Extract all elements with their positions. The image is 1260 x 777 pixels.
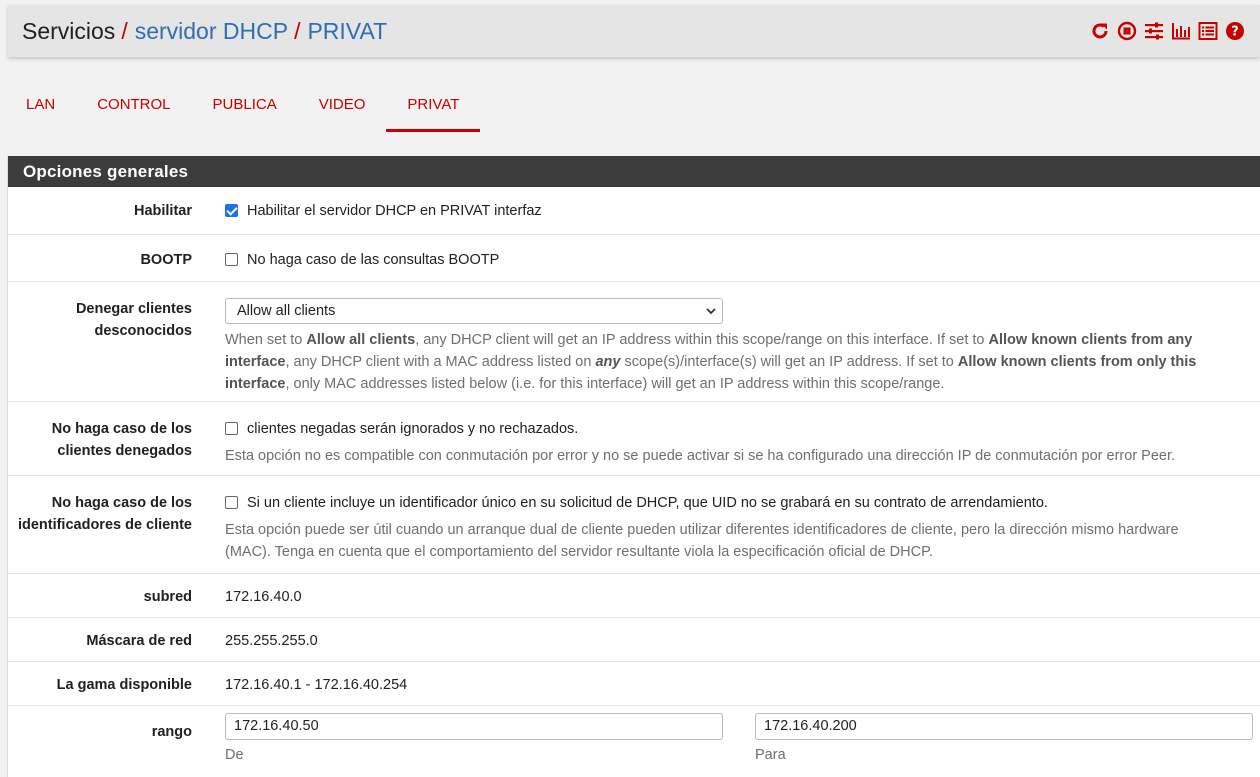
help-bold-text: Allow all clients [306,332,416,348]
deny-unknown-row: Denegar clientes desconocidos Allow all … [8,282,1260,402]
interface-tabs: LAN CONTROL PUBLICA VIDEO PRIVAT [5,80,481,132]
deny-unknown-control: Allow all clients When set to Allow all … [225,298,1250,395]
ignore-uid-label-line2: identificadores de cliente [17,517,192,533]
breadcrumb-services: Servicios [22,18,116,44]
available-range-value: 172.16.40.1 - 172.16.40.254 [225,677,408,693]
ignore-uid-help-line1: Esta opción puede ser útil cuando un arr… [225,522,1179,538]
deny-unknown-label-line2: desconocidos [94,323,193,339]
ignore-uid-text: Si un cliente incluye un identificador ú… [247,495,1048,511]
breadcrumb: Servicios / servidor DHCP / PRIVAT [22,17,387,45]
ignore-uid-row: No haga caso de los identificadores de c… [8,476,1260,574]
breadcrumb-separator: / [294,18,301,44]
deny-unknown-label: Denegar clientes desconocidos [8,298,192,342]
enable-control: Habilitar el servidor DHCP en PRIVAT int… [225,200,1250,222]
general-options-panel: Opciones generales Habilitar Habilitar e… [7,156,1260,777]
chevron-down-icon [706,299,716,331]
netmask-value: 255.255.255.0 [225,633,318,649]
ignore-uid-help: Esta opción puede ser útil cuando un arr… [225,519,1250,563]
help-text: scope(s)/interface(s) will get an IP add… [620,354,958,370]
settings-sliders-icon[interactable] [1143,20,1165,42]
bootp-label: BOOTP [140,252,192,268]
subnet-row: subred 172.16.40.0 [8,574,1260,618]
bootp-row: BOOTP No haga caso de las consultas BOOT… [8,235,1260,282]
tab-video[interactable]: VIDEO [298,80,387,132]
enable-label: Habilitar [133,203,192,219]
ignore-uid-label-line1: No haga caso de los [51,495,192,511]
restart-icon[interactable] [1089,20,1111,42]
range-row: rango 172.16.40.50 De 172.16.40.200 Para [8,706,1260,777]
help-text: When set to [225,332,307,348]
breadcrumb-privat-link[interactable]: PRIVAT [307,18,387,44]
range-from-input[interactable]: 172.16.40.50 [225,713,723,740]
deny-unknown-select[interactable]: Allow all clients [225,298,723,324]
help-icon[interactable]: ? [1224,20,1246,42]
toolbar-icons: ? [1089,20,1246,42]
bootp-checkbox[interactable] [225,253,238,266]
enable-text: Habilitar el servidor DHCP en PRIVAT int… [247,203,542,219]
range-to-hint: Para [755,747,786,763]
netmask-row: Máscara de red 255.255.255.0 [8,618,1260,662]
ignore-uid-help-line2: (MAC). Tenga en cuenta que el comportami… [225,544,933,560]
subnet-label: subred [143,589,192,605]
ignore-denied-label: No haga caso de los clientes denegados [8,418,192,462]
range-from-hint: De [225,747,244,763]
ignore-denied-text: clientes negadas serán ignorados y no re… [247,421,579,437]
range-to-group: 172.16.40.200 Para [755,713,1253,766]
enable-row: Habilitar Habilitar el servidor DHCP en … [8,187,1260,235]
ignore-uid-control: Si un cliente incluye un identificador ú… [225,492,1250,563]
breadcrumb-separator: / [121,18,128,44]
netmask-label: Máscara de red [86,633,192,649]
help-text: , only MAC addresses listed below (i.e. … [285,376,945,392]
bootp-control: No haga caso de las consultas BOOTP [225,249,1250,271]
tab-control[interactable]: CONTROL [76,80,191,132]
help-text: , any DHCP client with a MAC address lis… [285,354,596,370]
ignore-uid-checkbox[interactable] [225,496,238,509]
available-range-row: La gama disponible 172.16.40.1 - 172.16.… [8,662,1260,706]
enable-checkbox[interactable] [225,204,238,217]
deny-unknown-selected-value: Allow all clients [237,303,336,319]
svg-text:?: ? [1231,25,1239,40]
help-italic-text: any [595,354,621,370]
ignore-denied-help: Esta opción no es compatible con conmuta… [225,448,1176,464]
panel-title: Opciones generales [8,156,1260,187]
ignore-denied-row: No haga caso de los clientes denegados c… [8,402,1260,476]
subnet-value: 172.16.40.0 [225,589,302,605]
available-range-label: La gama disponible [56,677,192,693]
bootp-text: No haga caso de las consultas BOOTP [247,252,500,268]
header-bar: Servicios / servidor DHCP / PRIVAT ? [8,5,1260,57]
ignore-denied-control: clientes negadas serán ignorados y no re… [225,418,1250,467]
range-label: rango [151,724,192,740]
ignore-denied-label-line1: No haga caso de los [51,421,192,437]
stop-icon[interactable] [1116,20,1138,42]
deny-unknown-help: When set to Allow all clients, any DHCP … [225,329,1250,395]
help-text: , any DHCP client will get an IP address… [415,332,989,348]
ignore-uid-label: No haga caso de los identificadores de c… [8,492,192,536]
deny-unknown-label-line1: Denegar clientes [75,301,192,317]
tab-privat[interactable]: PRIVAT [386,80,481,132]
tab-lan[interactable]: LAN [5,80,76,132]
breadcrumb-dhcp-server-link[interactable]: servidor DHCP [135,18,288,44]
ignore-denied-label-line2: clientes denegados [57,443,192,459]
ignore-denied-checkbox[interactable] [225,422,238,435]
bar-chart-icon[interactable] [1170,20,1192,42]
list-icon[interactable] [1197,20,1219,42]
range-to-input[interactable]: 172.16.40.200 [755,713,1253,740]
range-from-group: 172.16.40.50 De [225,713,723,766]
tab-publica[interactable]: PUBLICA [192,80,298,132]
